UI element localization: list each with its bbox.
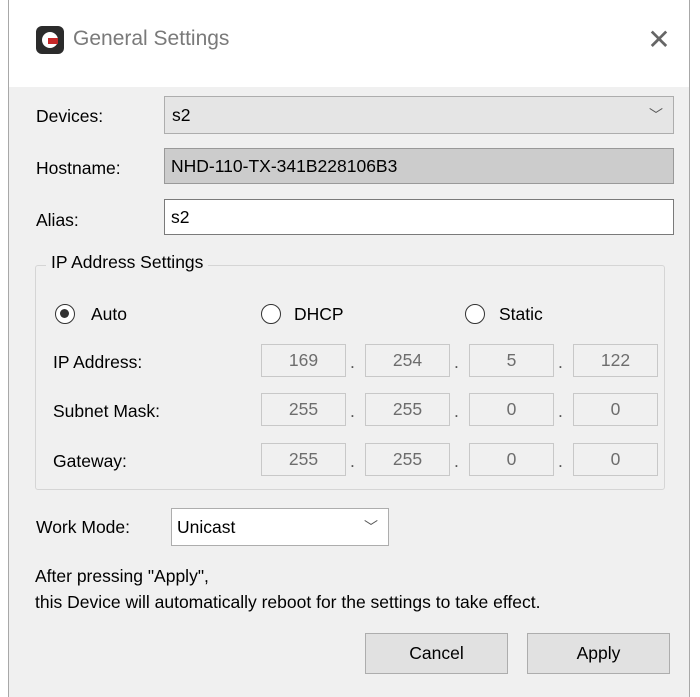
static-radio[interactable] <box>465 304 485 324</box>
gateway-octet-4[interactable]: 0 <box>573 443 658 476</box>
ip-separator: . <box>558 352 563 372</box>
subnet-separator: . <box>558 401 563 421</box>
app-logo-icon <box>36 26 64 54</box>
ip-address-label: IP Address: <box>53 352 143 372</box>
subnet-separator: . <box>350 401 355 421</box>
title-bar: General Settings ✕ <box>9 0 689 87</box>
ip-octet-4[interactable]: 122 <box>573 344 658 377</box>
work-mode-value: Unicast <box>177 517 236 537</box>
gateway-octet-2[interactable]: 255 <box>365 443 450 476</box>
gateway-separator: . <box>454 451 459 471</box>
notice-line-1: After pressing "Apply", <box>35 566 209 586</box>
work-mode-dropdown[interactable]: Unicast ﹀ <box>171 508 389 546</box>
work-mode-label: Work Mode: <box>36 517 131 537</box>
close-icon[interactable]: ✕ <box>639 20 679 60</box>
notice-line-2: this Device will automatically reboot fo… <box>35 592 541 612</box>
static-radio-label[interactable]: Static <box>499 304 543 325</box>
window-title: General Settings <box>73 27 230 50</box>
chevron-down-icon: ﹀ <box>364 519 378 535</box>
chevron-down-icon: ﹀ <box>649 107 663 123</box>
ip-separator: . <box>350 352 355 372</box>
ip-octet-1[interactable]: 169 <box>261 344 346 377</box>
hostname-label: Hostname: <box>36 158 121 178</box>
gateway-octet-3[interactable]: 0 <box>469 443 554 476</box>
devices-value: s2 <box>172 105 191 125</box>
auto-radio-label[interactable]: Auto <box>91 304 127 325</box>
subnet-octet-3[interactable]: 0 <box>469 393 554 426</box>
subnet-separator: . <box>454 401 459 421</box>
ip-octet-2[interactable]: 254 <box>365 344 450 377</box>
subnet-octet-4[interactable]: 0 <box>573 393 658 426</box>
gateway-separator: . <box>350 451 355 471</box>
auto-radio[interactable] <box>55 304 75 324</box>
dhcp-radio[interactable] <box>261 304 281 324</box>
gateway-separator: . <box>558 451 563 471</box>
cancel-button[interactable]: Cancel <box>365 633 508 674</box>
general-settings-window: General Settings ✕ Devices: s2 ﹀ Hostnam… <box>8 0 690 697</box>
ip-octet-3[interactable]: 5 <box>469 344 554 377</box>
gateway-octet-1[interactable]: 255 <box>261 443 346 476</box>
ip-separator: . <box>454 352 459 372</box>
ip-settings-group-title: IP Address Settings <box>46 252 209 273</box>
apply-button[interactable]: Apply <box>527 633 670 674</box>
subnet-mask-label: Subnet Mask: <box>53 401 160 421</box>
alias-label: Alias: <box>36 210 79 230</box>
subnet-octet-1[interactable]: 255 <box>261 393 346 426</box>
alias-input[interactable]: s2 <box>164 199 674 235</box>
subnet-octet-2[interactable]: 255 <box>365 393 450 426</box>
hostname-field: NHD-110-TX-341B228106B3 <box>164 148 674 184</box>
devices-label: Devices: <box>36 106 104 126</box>
dhcp-radio-label[interactable]: DHCP <box>294 304 344 325</box>
gateway-label: Gateway: <box>53 451 127 471</box>
devices-dropdown[interactable]: s2 ﹀ <box>164 96 674 134</box>
